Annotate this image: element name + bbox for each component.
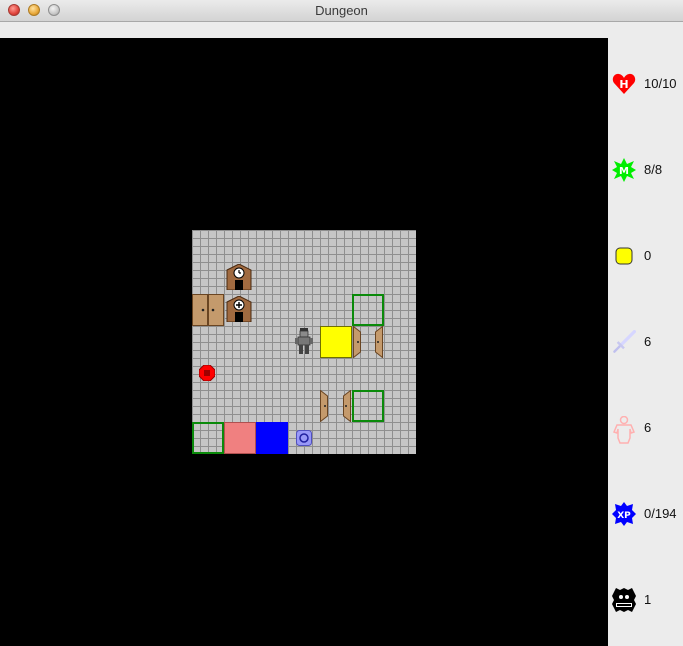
experience-stat: XP 0/194: [608, 499, 683, 529]
svg-text:XP: XP: [617, 511, 631, 521]
red-gem-icon[interactable]: [198, 364, 216, 382]
health-stat: H 10/10: [608, 69, 683, 99]
dungeon-room: [192, 230, 416, 454]
green-target-marker[interactable]: [352, 390, 384, 422]
attack-value: 6: [644, 334, 652, 349]
level-value: 1: [644, 592, 652, 607]
side-door-icon[interactable]: [375, 325, 383, 359]
side-door-icon[interactable]: [320, 389, 328, 423]
double-door-icon[interactable]: [192, 294, 224, 326]
blue-orb-icon[interactable]: [296, 430, 312, 446]
defense-stat: 6: [608, 413, 683, 444]
svg-text:M: M: [619, 166, 629, 177]
body-armor-icon: [612, 415, 636, 444]
title-bar: Dungeon: [0, 0, 683, 22]
gold-coin-icon: [612, 244, 636, 268]
experience-value: 0/194: [644, 506, 677, 521]
mana-star-icon: M: [612, 158, 636, 182]
side-door-icon[interactable]: [343, 389, 351, 423]
blue-block-icon[interactable]: [256, 422, 288, 454]
stats-panel: H 10/10 M 8/8 0 6 6 XP 0/194 1: [608, 38, 683, 646]
mana-value: 8/8: [644, 162, 663, 177]
game-window: Dungeon H 10/10 M 8/8 0 6 6 XP 0/194 1: [0, 0, 683, 646]
side-door-icon[interactable]: [353, 325, 361, 359]
pink-block-icon[interactable]: [224, 422, 256, 454]
green-target-marker[interactable]: [352, 294, 384, 326]
gold-stat: 0: [608, 241, 683, 271]
mana-stat: M 8/8: [608, 155, 683, 185]
yellow-block-icon[interactable]: [320, 326, 352, 358]
clock-building-icon[interactable]: [226, 263, 252, 291]
player-icon[interactable]: [294, 327, 314, 355]
attack-stat: 6: [608, 327, 683, 357]
defense-value: 6: [644, 420, 652, 435]
svg-text:H: H: [619, 78, 628, 91]
health-heart-icon: H: [612, 72, 636, 96]
xp-badge-icon: XP: [612, 502, 636, 526]
health-value: 10/10: [644, 76, 677, 91]
game-board[interactable]: [0, 38, 608, 646]
sword-icon: [612, 330, 636, 354]
plus-building-icon[interactable]: [226, 295, 252, 323]
toolbar-strip: [0, 22, 683, 38]
gold-value: 0: [644, 248, 652, 263]
level-badge-icon: [612, 588, 636, 612]
window-title: Dungeon: [315, 3, 368, 18]
green-target-marker[interactable]: [192, 422, 224, 454]
level-stat: 1: [608, 585, 683, 615]
